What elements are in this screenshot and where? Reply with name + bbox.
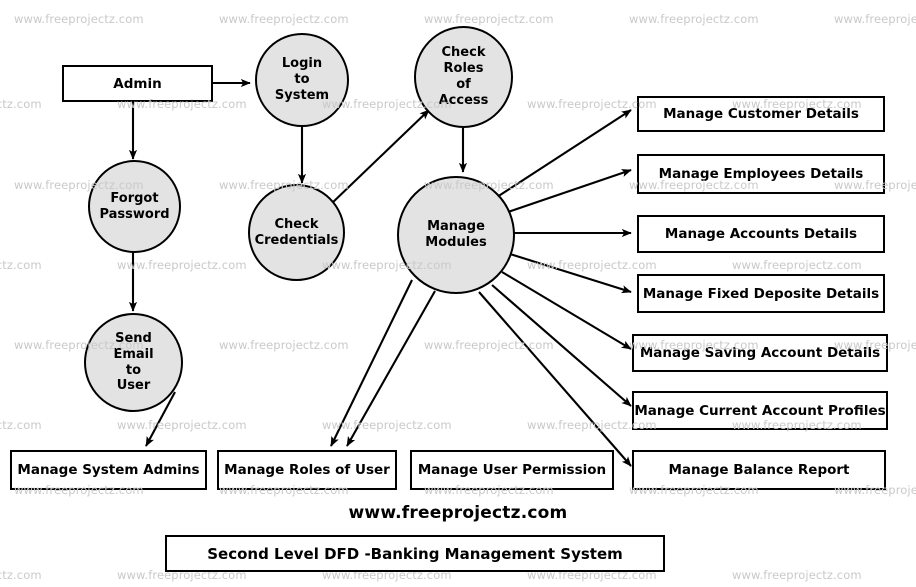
flow-modules-to-roles-of-user <box>330 279 413 447</box>
box-manage-saving-account-details-label: Manage Saving Account Details <box>639 345 881 361</box>
box-manage-balance-report-label: Manage Balance Report <box>668 462 850 478</box>
box-manage-accounts-details[interactable]: Manage Accounts Details <box>637 215 885 253</box>
box-manage-customer-details-label: Manage Customer Details <box>663 106 859 122</box>
process-check-roles-of-access[interactable]: Check Roles of Access <box>414 26 513 128</box>
process-forgot-password[interactable]: Forgot Password <box>88 160 181 253</box>
box-manage-user-permission-label: Manage User Permission <box>417 462 607 478</box>
process-check-credentials-label: Check Credentials <box>254 216 339 248</box>
flow-check-credentials-to-check-roles <box>329 109 430 206</box>
process-manage-modules[interactable]: Manage Modules <box>397 176 515 294</box>
flow-modules-to-employees-details <box>507 169 632 213</box>
box-manage-balance-report[interactable]: Manage Balance Report <box>632 450 886 490</box>
flow-modules-to-fixed-deposite-details <box>509 252 632 294</box>
entity-admin-label: Admin <box>113 75 162 92</box>
box-manage-fixed-deposite-details[interactable]: Manage Fixed Deposite Details <box>637 274 885 313</box>
process-forgot-password-label: Forgot Password <box>99 190 170 222</box>
flow-modules-to-balance-report <box>478 291 632 467</box>
box-manage-current-account-profiles-label: Manage Current Account Profiles <box>634 402 886 419</box>
box-manage-system-admins-label: Manage System Admins <box>17 462 200 478</box>
box-manage-employees-details[interactable]: Manage Employees Details <box>637 154 885 194</box>
box-manage-user-permission[interactable]: Manage User Permission <box>410 450 614 490</box>
box-manage-fixed-deposite-details-label: Manage Fixed Deposite Details <box>642 285 880 302</box>
process-check-roles-of-access-label: Check Roles of Access <box>438 45 489 108</box>
box-manage-employees-details-label: Manage Employees Details <box>658 166 864 182</box>
box-manage-accounts-details-label: Manage Accounts Details <box>664 226 858 242</box>
entity-admin[interactable]: Admin <box>62 65 213 102</box>
dfd-diagram-canvas: www.freeprojectz.com www.freeprojectz.com… <box>0 0 916 587</box>
process-send-email-to-user-label: Send Email to User <box>113 330 154 394</box>
process-login-to-system[interactable]: Login to System <box>255 33 349 127</box>
diagram-title-box: Second Level DFD -Banking Management Sys… <box>165 535 665 572</box>
process-login-to-system-label: Login to System <box>274 56 330 103</box>
process-send-email-to-user[interactable]: Send Email to User <box>84 313 183 412</box>
box-manage-current-account-profiles[interactable]: Manage Current Account Profiles <box>632 391 888 430</box>
flow-modules-to-user-permission <box>346 290 436 447</box>
process-manage-modules-label: Manage Modules <box>425 219 487 250</box>
box-manage-customer-details[interactable]: Manage Customer Details <box>637 96 885 132</box>
box-manage-roles-of-user[interactable]: Manage Roles of User <box>217 450 397 490</box>
box-manage-roles-of-user-label: Manage Roles of User <box>224 462 390 478</box>
process-check-credentials[interactable]: Check Credentials <box>248 184 345 281</box>
flow-modules-to-customer-details <box>496 109 632 198</box>
footer-site-url: www.freeprojectz.com <box>348 503 568 523</box>
diagram-title-label: Second Level DFD -Banking Management Sys… <box>207 544 623 563</box>
box-manage-system-admins[interactable]: Manage System Admins <box>10 450 207 490</box>
box-manage-saving-account-details[interactable]: Manage Saving Account Details <box>632 334 888 372</box>
